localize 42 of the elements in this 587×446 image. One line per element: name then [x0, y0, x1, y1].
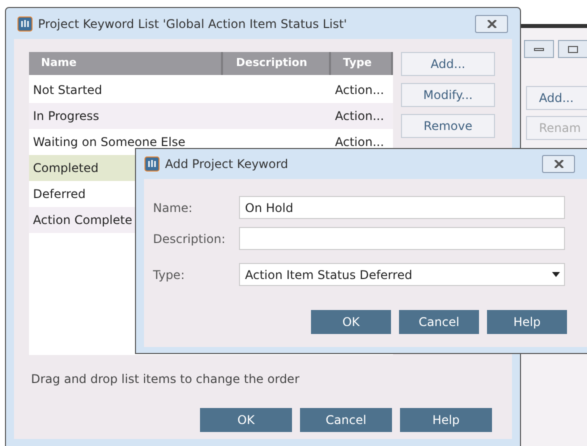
- app-icon: [144, 156, 160, 172]
- dialog-button[interactable]: OK: [311, 310, 391, 334]
- close-icon: [554, 160, 564, 168]
- list-action-button[interactable]: Remove: [401, 114, 495, 138]
- column-header[interactable]: Name: [29, 52, 223, 75]
- close-button[interactable]: [542, 155, 575, 173]
- hint-text: Drag and drop list items to change the order: [31, 371, 300, 388]
- window-title: Project Keyword List 'Global Action Item Status List': [38, 16, 347, 32]
- field-label: Name:: [152, 200, 194, 216]
- type-cell-text: Action...: [334, 82, 386, 99]
- name-cell-text: Waiting on Someone Else: [32, 134, 186, 151]
- dialog-button[interactable]: Help: [487, 310, 567, 334]
- app-icon: [17, 16, 33, 32]
- table-row[interactable]: In Progress Action...: [29, 103, 393, 129]
- maximize-icon[interactable]: [558, 40, 587, 58]
- name-cell-text: Not Started: [32, 82, 102, 99]
- list-action-button[interactable]: Modify...: [401, 83, 495, 107]
- name-cell-text: Completed: [32, 160, 98, 177]
- dropdown-value: Action Item Status Deferred: [245, 266, 412, 284]
- add-button[interactable]: Add...: [526, 86, 587, 110]
- dialog-button[interactable]: OK: [200, 408, 292, 432]
- description-input[interactable]: [239, 227, 565, 250]
- column-header[interactable]: Description: [223, 52, 331, 75]
- dialog-button[interactable]: Cancel: [399, 310, 479, 334]
- list-action-button[interactable]: Add...: [401, 52, 495, 76]
- type-dropdown[interactable]: Action Item Status Deferred: [239, 263, 565, 286]
- column-header[interactable]: Type: [331, 52, 393, 75]
- field-label: Description:: [152, 230, 226, 248]
- dialog-title: Add Project Keyword: [165, 156, 288, 173]
- name-input[interactable]: On Hold: [239, 196, 565, 219]
- type-cell-text: Action...: [334, 134, 386, 151]
- field-label: Type:: [152, 266, 186, 284]
- name-cell-text: Action Complete: [32, 212, 132, 229]
- dialog-button[interactable]: Help: [400, 408, 492, 432]
- dropdown-arrow-icon: [552, 272, 560, 277]
- close-button[interactable]: [475, 14, 508, 32]
- dialog-button[interactable]: Cancel: [300, 408, 392, 432]
- name-cell-text: Deferred: [32, 186, 86, 203]
- name-cell-text: In Progress: [32, 108, 100, 125]
- type-cell-text: Action...: [334, 108, 386, 125]
- close-icon: [486, 20, 496, 28]
- minimize-icon[interactable]: [524, 40, 554, 58]
